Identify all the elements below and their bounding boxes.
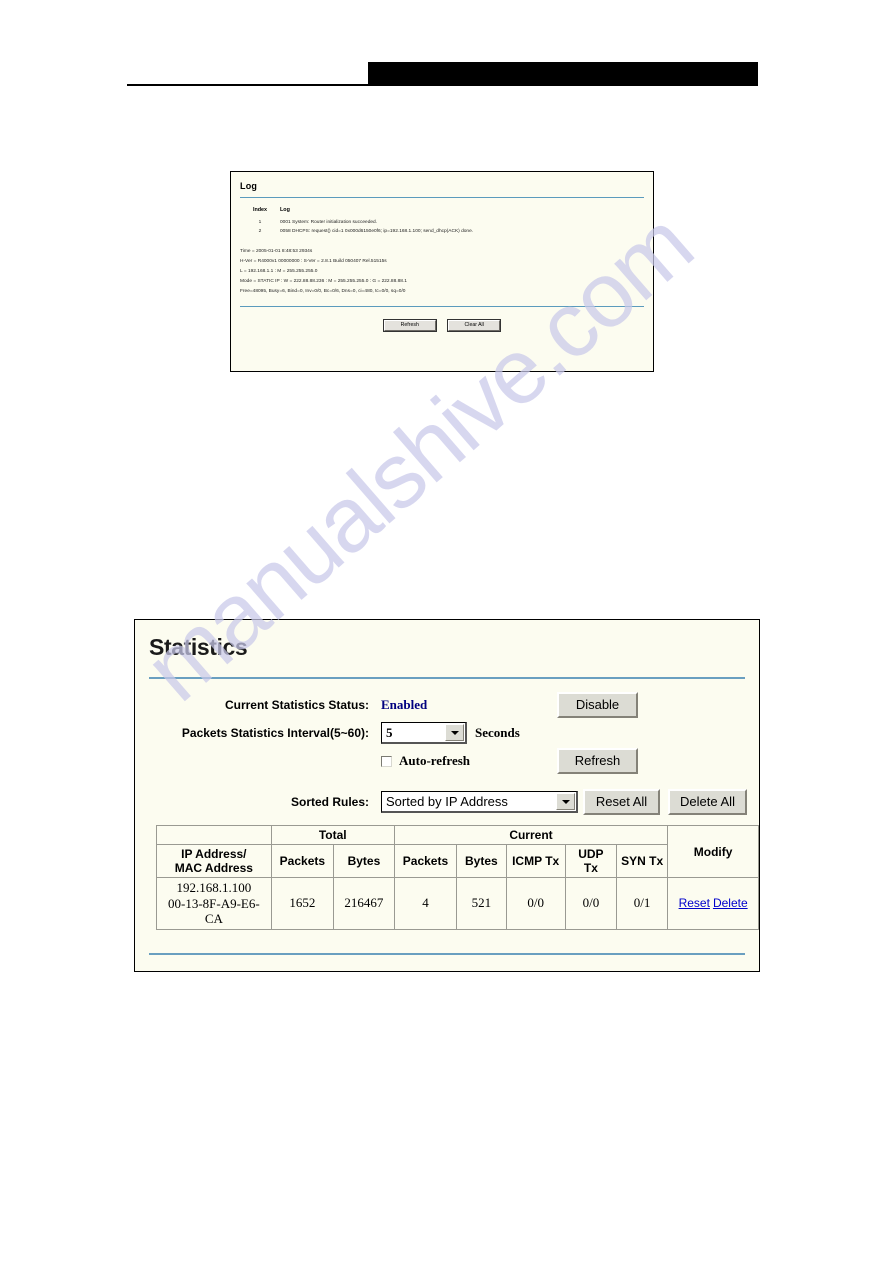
status-label: Current Statistics Status: <box>224 698 369 712</box>
refresh-button[interactable]: Refresh <box>557 748 638 774</box>
status-value: Enabled <box>381 697 428 712</box>
autorefresh-row: Auto-refresh Refresh <box>135 748 759 774</box>
log-detail-wan-mode: Mode = STATIC IP : W = 222.88.88.236 : M… <box>240 278 407 284</box>
column-header-icmp-tx: ICMP Tx <box>505 844 566 878</box>
log-entry-index: 1 <box>258 220 262 225</box>
log-table-row: 2 0058 DHCPS: request() cid=1 0x000d6150… <box>240 227 644 236</box>
log-table-row: 1 0001 System: Router initialization suc… <box>240 218 644 227</box>
column-header-ip: IP Address/ <box>181 847 247 861</box>
column-header-current-bytes: Bytes <box>456 844 507 878</box>
header-rule <box>127 84 758 86</box>
log-panel-title: Log <box>240 181 258 191</box>
log-entry-message: 0058 DHCPS: request() cid=1 0x000d6150e0… <box>280 229 474 234</box>
cell-current-packets: 4 <box>393 877 458 930</box>
autorefresh-control-group: Auto-refresh <box>381 753 557 769</box>
interval-select-value: 5 <box>386 724 393 740</box>
cell-ip-address: 192.168.1.100 <box>176 880 252 895</box>
cell-total-bytes: 216467 <box>333 877 395 930</box>
autorefresh-checkbox[interactable] <box>381 755 392 767</box>
sorted-rules-label: Sorted Rules: <box>290 795 369 809</box>
log-table-header-row: Index Log <box>240 207 644 218</box>
refresh-button-group: Refresh <box>557 748 737 774</box>
log-detail-memory: Free=48095, Busy=6, Bind=0, Inv=0/0, Bc=… <box>240 288 406 294</box>
log-clear-all-button[interactable]: Clear All <box>447 318 502 332</box>
status-button-group: Disable <box>557 692 737 718</box>
sorted-rules-select[interactable]: Sorted by IP Address <box>381 791 578 813</box>
page-header <box>0 0 893 95</box>
statistics-panel: Statistics Current Statistics Status: En… <box>134 619 760 972</box>
statistics-table: Total Current Modify IP Address/ MAC Add… <box>156 825 759 930</box>
statistics-form: Current Statistics Status: Enabled Disab… <box>135 679 759 815</box>
row-reset-link[interactable]: Reset <box>679 896 710 910</box>
sorted-rules-row: Sorted Rules: Sorted by IP Address Reset… <box>135 789 759 815</box>
log-entry-message: 0001 System: Router initialization succe… <box>280 220 378 225</box>
column-header-mac: MAC Address <box>174 861 253 875</box>
group-header-total: Total <box>270 825 395 845</box>
log-col-message: Log <box>280 207 290 213</box>
log-detail-block: Time = 2005-01-01 8:48:53 2934s H-Ver = … <box>231 236 653 296</box>
row-delete-link[interactable]: Delete <box>713 896 748 910</box>
header-redaction-bar <box>368 62 758 85</box>
log-detail-version: H-Ver = R4000v1 00000000 : S-Ver = 2.8.1… <box>240 258 387 264</box>
interval-row: Packets Statistics Interval(5~60): 5 Sec… <box>135 722 759 744</box>
statistics-panel-title: Statistics <box>149 634 248 660</box>
cell-udp-tx: 0/0 <box>564 877 618 930</box>
cell-total-packets: 1652 <box>270 877 335 930</box>
sorted-rules-select-value: Sorted by IP Address <box>386 794 508 809</box>
log-detail-time: Time = 2005-01-01 8:48:53 2934s <box>240 248 313 254</box>
log-table-container: Index Log 1 0001 System: Router initiali… <box>231 198 653 236</box>
chevron-down-icon[interactable] <box>556 793 575 810</box>
statistics-divider-bottom <box>149 953 745 955</box>
cell-modify: Reset Delete <box>667 877 759 930</box>
cell-icmp-tx: 0/0 <box>505 877 566 930</box>
disable-button[interactable]: Disable <box>557 692 638 718</box>
sorted-rules-control-group: Sorted by IP Address Reset All Delete Al… <box>381 789 747 815</box>
statistics-group-header-row: Total Current Modify <box>156 825 759 878</box>
interval-unit-label: Seconds <box>475 725 520 740</box>
log-refresh-button[interactable]: Refresh <box>382 318 437 332</box>
column-header-syn-tx: SYN Tx <box>616 844 669 878</box>
interval-control-group: 5 Seconds <box>381 722 557 744</box>
table-row: 192.168.1.100 00-13-8F-A9-E6-CA 1652 216… <box>156 877 759 930</box>
column-header-ip-mac: IP Address/ MAC Address <box>156 844 272 878</box>
column-header-udp-tx: UDP Tx <box>564 844 618 878</box>
interval-select[interactable]: 5 <box>381 722 467 744</box>
log-entry-index: 2 <box>258 229 262 234</box>
log-button-row: Refresh Clear All <box>231 307 653 332</box>
log-table: Index Log 1 0001 System: Router initiali… <box>240 207 644 236</box>
log-detail-lan: L = 192.168.1.1 : M = 255.255.255.0 <box>240 268 318 274</box>
statistics-table-container: Total Current Modify IP Address/ MAC Add… <box>135 819 759 930</box>
autorefresh-label: Auto-refresh <box>399 753 471 768</box>
chevron-down-icon[interactable] <box>445 724 464 741</box>
modify-links-group: Reset Delete <box>672 896 754 910</box>
cell-ip-mac: 192.168.1.100 00-13-8F-A9-E6-CA <box>156 877 272 930</box>
status-row: Current Statistics Status: Enabled Disab… <box>135 692 759 718</box>
column-header-current-packets: Packets <box>393 844 458 878</box>
group-header-current: Current <box>393 825 669 845</box>
group-header-blank <box>156 825 272 845</box>
group-header-modify: Modify <box>667 825 759 878</box>
delete-all-button[interactable]: Delete All <box>668 789 747 815</box>
log-col-index: Index <box>252 207 268 213</box>
log-panel: Log Index Log 1 0001 System: Router init… <box>230 171 654 372</box>
column-header-total-bytes: Bytes <box>333 844 395 878</box>
reset-all-button[interactable]: Reset All <box>583 789 660 815</box>
cell-syn-tx: 0/1 <box>616 877 669 930</box>
interval-label: Packets Statistics Interval(5~60): <box>181 726 369 740</box>
cell-mac-address: 00-13-8F-A9-E6-CA <box>167 895 260 927</box>
column-header-total-packets: Packets <box>270 844 335 878</box>
cell-current-bytes: 521 <box>456 877 507 930</box>
